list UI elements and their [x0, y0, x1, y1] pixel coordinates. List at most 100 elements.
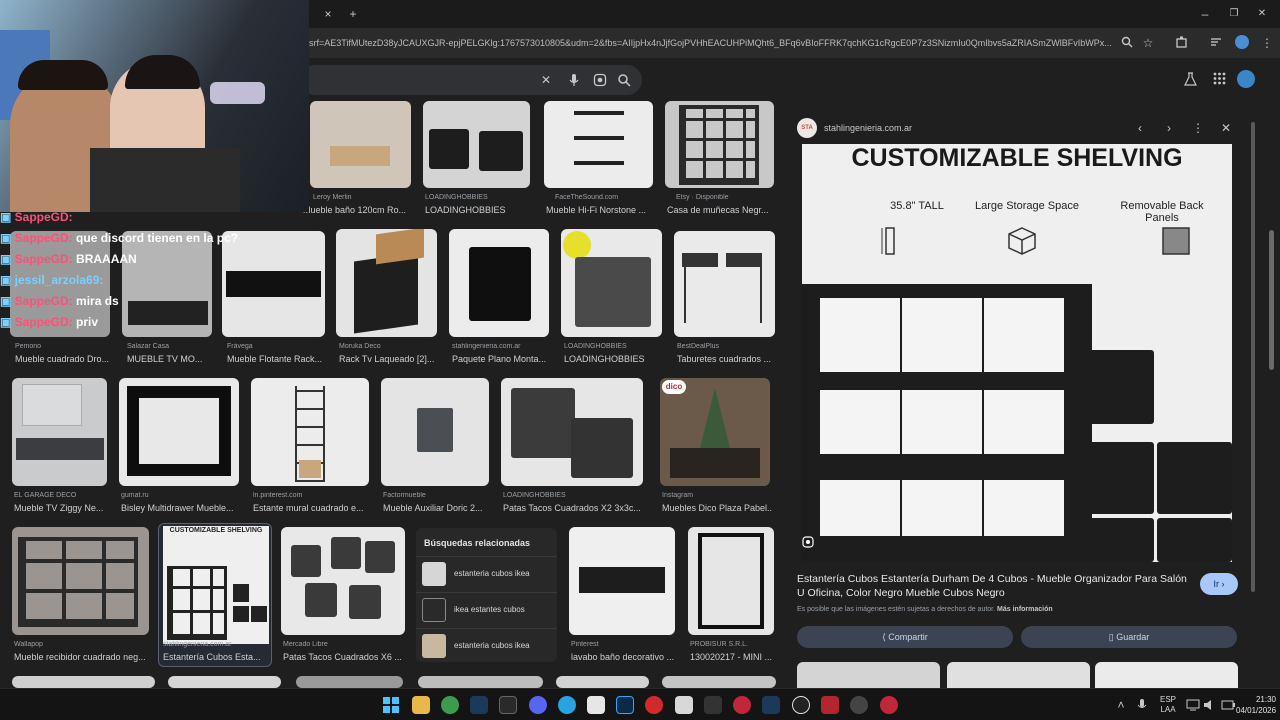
- lens-search-icon[interactable]: [593, 73, 607, 87]
- apps-grid-icon[interactable]: [1213, 72, 1226, 85]
- result-title[interactable]: Estante mural cuadrado e...: [253, 503, 371, 513]
- clock[interactable]: 21:30 04/01/2026: [1236, 694, 1276, 716]
- media-control-icon[interactable]: [1210, 36, 1222, 48]
- profile-avatar[interactable]: [1235, 35, 1249, 49]
- more-result-thumb[interactable]: [947, 662, 1090, 688]
- close-panel-icon[interactable]: ✕: [1218, 120, 1234, 136]
- browser-menu-icon[interactable]: ⋮: [1259, 35, 1275, 51]
- zoom-icon[interactable]: [1121, 36, 1133, 48]
- voice-search-icon[interactable]: [569, 73, 579, 87]
- result-image[interactable]: [423, 101, 530, 188]
- google-account-avatar[interactable]: [1237, 70, 1255, 88]
- result-image[interactable]: [251, 378, 369, 486]
- close-window-icon[interactable]: ✕: [1254, 6, 1270, 22]
- result-title[interactable]: Estantería Cubos Esta...: [163, 652, 271, 662]
- result-image[interactable]: [501, 378, 643, 486]
- app-icon[interactable]: [704, 696, 722, 714]
- result-image[interactable]: [556, 676, 649, 688]
- result-image[interactable]: [688, 527, 774, 635]
- settings-icon[interactable]: [850, 696, 868, 714]
- result-image[interactable]: [674, 231, 775, 337]
- result-image[interactable]: [296, 676, 403, 688]
- result-title[interactable]: Patas Tacos Cuadrados X6 ...: [283, 652, 407, 662]
- result-image[interactable]: [544, 101, 653, 188]
- app-icon[interactable]: [880, 696, 898, 714]
- result-image[interactable]: [12, 527, 149, 635]
- result-image[interactable]: [449, 229, 549, 337]
- result-image[interactable]: dico: [660, 378, 770, 486]
- more-result-thumb[interactable]: [797, 662, 940, 688]
- result-image[interactable]: [381, 378, 489, 486]
- site-name[interactable]: stahlingenieria.com.ar: [824, 123, 912, 133]
- result-title[interactable]: MUEBLE TV MO...: [127, 354, 217, 364]
- result-title[interactable]: Bisley Multidrawer Mueble...: [121, 503, 241, 513]
- start-icon[interactable]: [383, 697, 399, 713]
- result-image[interactable]: [168, 676, 281, 688]
- next-icon[interactable]: ›: [1161, 120, 1177, 136]
- app-icon[interactable]: [645, 696, 663, 714]
- chrome-icon[interactable]: [441, 696, 459, 714]
- extensions-icon[interactable]: [1176, 36, 1188, 48]
- labs-flask-icon[interactable]: [1184, 72, 1197, 86]
- epic-games-icon[interactable]: [499, 696, 517, 714]
- result-title[interactable]: Mueble Auxiliar Doric 2...: [383, 503, 491, 513]
- result-image[interactable]: [561, 229, 662, 337]
- tab-close-icon[interactable]: ×: [320, 6, 336, 22]
- result-image[interactable]: [12, 676, 155, 688]
- file-explorer-icon[interactable]: [412, 696, 430, 714]
- steam-icon[interactable]: [762, 696, 780, 714]
- result-image[interactable]: [336, 229, 437, 337]
- result-image[interactable]: [662, 676, 776, 688]
- tray-chevron-icon[interactable]: ˄: [1113, 697, 1129, 713]
- search-icon[interactable]: [617, 73, 631, 87]
- result-title[interactable]: Mueble baño 120cm Ro...: [303, 205, 411, 215]
- telegram-icon[interactable]: [558, 696, 576, 714]
- result-title[interactable]: Mueble Hi-Fi Norstone ...: [546, 205, 654, 215]
- bookmark-star-icon[interactable]: ☆: [1140, 35, 1156, 51]
- more-result-thumb[interactable]: [1095, 662, 1238, 688]
- result-title[interactable]: Mueble cuadrado Dro...: [15, 354, 110, 364]
- minimize-icon[interactable]: –: [1197, 6, 1213, 22]
- related-item[interactable]: ikea estantes cubos: [416, 592, 557, 626]
- app-icon[interactable]: [733, 696, 751, 714]
- new-tab-icon[interactable]: +: [345, 6, 361, 22]
- result-image[interactable]: [119, 378, 239, 486]
- notepad-icon[interactable]: [675, 696, 693, 714]
- previous-icon[interactable]: ‹: [1132, 120, 1148, 136]
- result-image[interactable]: [418, 676, 543, 688]
- result-title[interactable]: Paquete Plano Monta...: [452, 354, 552, 364]
- result-image[interactable]: [310, 101, 411, 188]
- lens-icon[interactable]: [802, 536, 814, 548]
- clear-search-icon[interactable]: ✕: [538, 72, 554, 88]
- result-title[interactable]: Mueble Flotante Rack...: [227, 354, 325, 364]
- maximize-icon[interactable]: ❐: [1226, 6, 1242, 22]
- search-input[interactable]: ✕: [300, 65, 642, 95]
- input-language[interactable]: ESP LAA: [1158, 695, 1178, 715]
- volume-icon[interactable]: [1203, 698, 1217, 712]
- capcut-icon[interactable]: [587, 696, 605, 714]
- result-title[interactable]: Muebles Dico Plaza Pabel...: [662, 503, 772, 513]
- preview-image[interactable]: CUSTOMIZABLE SHELVING 35.8" TALL Large S…: [802, 144, 1232, 562]
- photoshop-icon[interactable]: [616, 696, 634, 714]
- obs-icon[interactable]: [792, 696, 810, 714]
- result-title[interactable]: Rack Tv Laqueado [2]...: [339, 354, 439, 364]
- result-title[interactable]: LOADINGHOBBIES: [564, 354, 664, 364]
- more-info-link[interactable]: Más información: [997, 606, 1053, 613]
- microphone-icon[interactable]: [1137, 698, 1147, 712]
- result-image[interactable]: [569, 527, 675, 635]
- app-icon[interactable]: [821, 696, 839, 714]
- result-title[interactable]: lavabo baño decorativo ...: [571, 652, 677, 662]
- result-title[interactable]: Mueble recibidor cuadrado neg...: [14, 652, 151, 662]
- result-image[interactable]: [281, 527, 405, 635]
- share-button[interactable]: ⟨ Compartir: [797, 626, 1013, 648]
- result-title[interactable]: Casa de muñecas Negr...: [667, 205, 775, 215]
- result-title[interactable]: Patas Tacos Cuadrados X2 3x3c...: [503, 503, 645, 513]
- save-button[interactable]: ▯ Guardar: [1021, 626, 1237, 648]
- network-icon[interactable]: [1186, 698, 1200, 712]
- related-item[interactable]: estanteria cubos ikea: [416, 556, 557, 590]
- page-scrollbar[interactable]: [1268, 100, 1276, 688]
- address-bar[interactable]: sxsrf=AE3TifMUtezD38yJCAUXGJR-epjPELGKlg…: [300, 32, 1130, 54]
- more-options-icon[interactable]: ⋮: [1190, 120, 1206, 136]
- result-image[interactable]: [12, 378, 107, 486]
- result-title[interactable]: 130020217 - MINI ...: [690, 652, 780, 662]
